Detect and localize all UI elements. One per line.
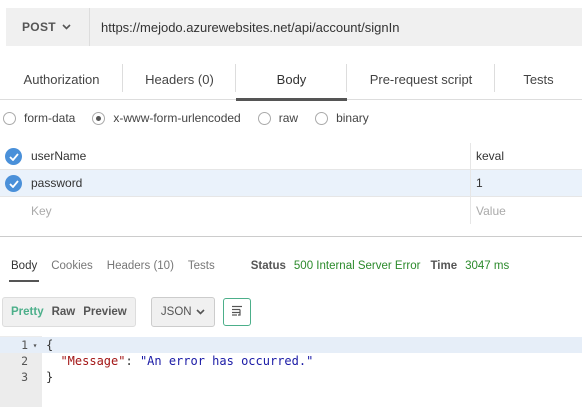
tab-label: Headers (0) [145, 71, 214, 87]
response-body-editor[interactable]: 1 ▾ { 2 "Message": "An error has occurre… [0, 336, 582, 407]
radio-button[interactable] [257, 111, 271, 125]
view-raw-button[interactable]: Raw [48, 306, 80, 318]
format-label: JSON [160, 306, 192, 318]
active-tab-indicator [236, 98, 347, 101]
tab-tests[interactable]: Tests [495, 58, 582, 100]
pane-divider[interactable] [0, 236, 582, 237]
status-label: Status [250, 260, 286, 272]
radio-label: form-data [24, 111, 76, 125]
radio-x-www-form-urlencoded[interactable]: x-www-form-urlencoded [92, 111, 241, 125]
request-tabs: Authorization Headers (0) Body Pre-reque… [0, 58, 582, 101]
body-type-options: form-data x-www-form-urlencoded raw bina… [0, 108, 386, 128]
column-divider [470, 197, 471, 224]
status-value: 500 Internal Server Error [293, 260, 421, 272]
active-tab-indicator [9, 280, 40, 282]
radio-form-data[interactable]: form-data [3, 111, 75, 125]
code-text: } [46, 370, 54, 384]
param-key[interactable]: userName [31, 149, 86, 163]
method-select[interactable]: POST [6, 8, 90, 46]
radio-label: x-www-form-urlencoded [113, 111, 241, 125]
table-row: password 1 [0, 170, 582, 197]
radio-raw[interactable]: raw [257, 111, 299, 125]
checkmark-icon[interactable] [5, 175, 22, 192]
param-value[interactable]: keval [476, 149, 504, 163]
tab-label: Cookies [51, 260, 93, 272]
column-divider [470, 143, 471, 170]
tab-label: Tests [523, 71, 554, 87]
response-tab-cookies[interactable]: Cookies [51, 254, 93, 278]
radio-label: binary [336, 111, 369, 125]
response-tab-body[interactable]: Body [9, 254, 40, 282]
view-mode-toggle: Pretty Raw Preview [2, 297, 136, 327]
chevron-down-icon [196, 307, 205, 317]
tab-body[interactable]: Body [236, 58, 347, 101]
chevron-down-icon [62, 22, 71, 33]
method-label: POST [22, 20, 56, 34]
response-tabs: Body Cookies Headers (10) Tests Status 5… [0, 254, 510, 282]
response-tab-headers[interactable]: Headers (10) [107, 254, 174, 278]
url-input[interactable]: https://mejodo.azurewebsites.net/api/acc… [90, 20, 399, 35]
code-line: 1 ▾ { [0, 337, 582, 353]
code-line: 2 "Message": "An error has occurred." [0, 353, 582, 369]
tab-label: Authorization [23, 71, 100, 87]
line-number: 2 [21, 354, 28, 368]
view-preview-button[interactable]: Preview [79, 306, 130, 318]
view-pretty-button[interactable]: Pretty [7, 306, 48, 318]
param-value[interactable]: 1 [476, 176, 483, 190]
tab-headers[interactable]: Headers (0) [123, 58, 236, 100]
value-placeholder[interactable]: Value [476, 204, 506, 218]
format-select[interactable]: JSON [150, 297, 215, 327]
response-toolbar: Pretty Raw Preview JSON [2, 297, 251, 327]
tab-label: Body [11, 260, 38, 272]
radio-button[interactable] [315, 111, 329, 125]
radio-binary[interactable]: binary [315, 111, 369, 125]
code-line: 3 } [0, 369, 582, 385]
line-number: 1 [21, 338, 28, 352]
radio-button[interactable] [3, 111, 16, 125]
key-placeholder[interactable]: Key [31, 204, 52, 218]
json-key: "Message" [60, 354, 126, 368]
code-text: { [46, 338, 54, 352]
code-text: "Message": "An error has occurred." [42, 354, 313, 368]
column-divider [470, 170, 471, 197]
param-key[interactable]: password [31, 176, 82, 190]
radio-button-selected[interactable] [92, 111, 106, 125]
checkmark-icon[interactable] [5, 148, 22, 165]
new-param-row: Key Value [0, 197, 582, 224]
wrap-lines-icon [231, 303, 243, 321]
params-table: userName keval password 1 Key Value [0, 143, 582, 224]
response-tab-tests[interactable]: Tests [188, 254, 215, 278]
tab-label: Pre-request script [369, 71, 473, 87]
tab-authorization[interactable]: Authorization [0, 58, 123, 100]
tab-label: Body [276, 71, 307, 87]
wrap-lines-button[interactable] [222, 298, 251, 326]
json-colon: : [125, 354, 140, 368]
time-label: Time [430, 260, 458, 272]
tab-label: Tests [187, 260, 215, 272]
tab-label: Headers (10) [106, 260, 174, 272]
radio-label: raw [278, 111, 299, 125]
time-value: 3047 ms [465, 260, 510, 272]
fold-arrow-icon[interactable]: ▾ [28, 341, 42, 350]
url-bar: POST https://mejodo.azurewebsites.net/ap… [6, 8, 582, 46]
line-number: 3 [21, 370, 28, 384]
table-row: userName keval [0, 143, 582, 170]
tab-pre-request-script[interactable]: Pre-request script [347, 58, 495, 100]
json-string: "An error has occurred." [139, 354, 314, 368]
